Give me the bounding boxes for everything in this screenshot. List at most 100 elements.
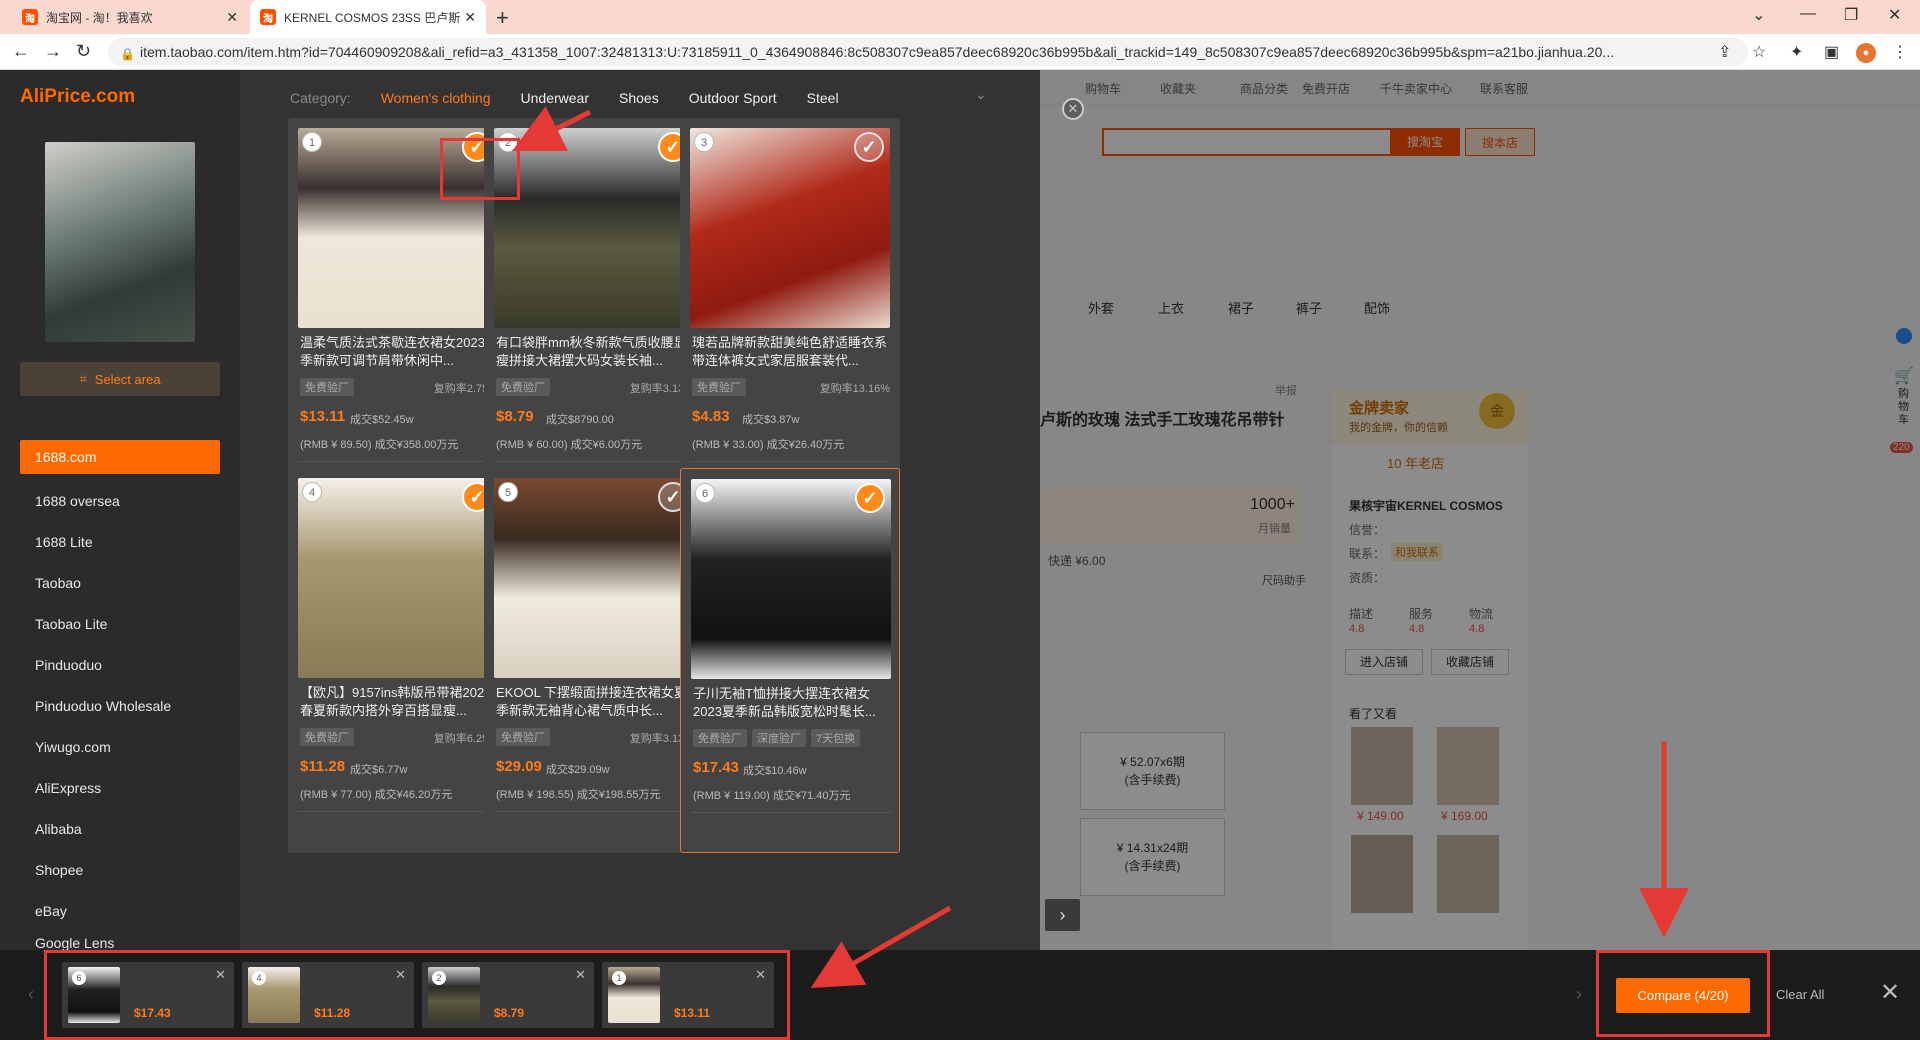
source-item-shopee[interactable]: Shopee [20, 850, 220, 891]
select-area-label: Select area [94, 371, 161, 387]
menu-kebab-icon[interactable]: ⋮ [1892, 42, 1908, 62]
product-price: $8.79 [496, 408, 534, 425]
product-tag: 深度验厂 [752, 729, 806, 747]
lock-icon[interactable]: 🔒 [120, 47, 135, 61]
aliprice-sidebar: AliPrice.com ⌗ Select area 1688.com 1688… [0, 70, 240, 951]
category-womens-clothing[interactable]: Women's clothing [381, 90, 491, 106]
product-sold: 成交$10.46w [743, 765, 807, 777]
taobao-favicon-icon: 淘 [260, 9, 276, 25]
product-rmb: (RMB ¥ 198.55) 成交¥198.55万元 [496, 789, 661, 801]
tab-title: 淘宝网 - 淘！我喜欢 [46, 10, 153, 25]
close-window-icon[interactable]: ✕ [1888, 5, 1901, 25]
product-tag: 免费验厂 [496, 728, 550, 746]
new-tab-icon[interactable]: + [496, 5, 509, 31]
product-index: 1 [302, 132, 322, 152]
product-title[interactable]: 瑰若品牌新款甜美纯色舒适睡衣系带连体裤女式家居服套装代... [692, 334, 892, 370]
next-page-icon[interactable]: › [1045, 899, 1080, 931]
reload-icon[interactable]: ↻ [76, 41, 91, 62]
unchecked-icon[interactable]: ✓ [854, 132, 884, 162]
product-index: 3 [694, 132, 714, 152]
bookmark-star-icon[interactable]: ☆ [1752, 42, 1766, 62]
divider [690, 461, 890, 462]
category-steel[interactable]: Steel [807, 90, 839, 106]
product-card[interactable]: 5 ✓ EKOOL 下摆缎面拼接连衣裙女夏季新款无袖背心裙气质中长... 免费验… [484, 468, 704, 853]
extensions-icon[interactable]: ✦ [1790, 42, 1803, 62]
select-area-button[interactable]: ⌗ Select area [20, 362, 220, 396]
clear-all-button[interactable]: Clear All [1776, 987, 1824, 1002]
annotation-box-checkmark [440, 138, 520, 200]
product-tag: 免费验厂 [693, 729, 747, 747]
chevron-down-icon[interactable]: ⌄ [975, 86, 987, 103]
product-title[interactable]: 有口袋胖mm秋冬新款气质收腰显瘦拼接大裙摆大码女装长袖... [496, 334, 696, 370]
browser-tab-bar: 淘 淘宝网 - 淘！我喜欢 ✕ 淘 KERNEL COSMOS 23SS 巴卢斯… [0, 0, 1920, 34]
product-price: $4.83 [692, 408, 730, 425]
product-title[interactable]: 【欧凡】9157ins韩版吊带裙2023春夏新款内搭外穿百搭显瘦... [300, 684, 500, 720]
sidepanel-icon[interactable]: ▣ [1824, 42, 1839, 62]
divider [494, 811, 694, 812]
category-underwear[interactable]: Underwear [521, 90, 589, 106]
close-tab-icon[interactable]: ✕ [226, 9, 238, 26]
search-source-image [45, 142, 195, 342]
product-card[interactable]: 6 ✓ 子川无袖T恤拼接大摆连衣裙女2023夏季新品韩版宽松时髦长... 免费验… [680, 468, 900, 853]
product-price: $13.11 [300, 408, 346, 425]
share-icon[interactable]: ⇪ [1718, 42, 1731, 62]
forward-icon[interactable]: → [44, 41, 62, 62]
product-price: $11.28 [300, 758, 346, 775]
tab-search-icon[interactable]: ⌄ [1752, 5, 1765, 25]
product-index: 6 [695, 483, 715, 503]
source-item-alibaba[interactable]: Alibaba [20, 809, 220, 850]
source-item-1688-oversea[interactable]: 1688 oversea [20, 481, 220, 522]
category-outdoor-sport[interactable]: Outdoor Sport [689, 90, 777, 106]
product-tags: 免费验厂 [300, 378, 354, 396]
source-item-ebay[interactable]: eBay [20, 891, 220, 932]
category-bar: Category: Women's clothing Underwear Sho… [290, 88, 839, 108]
product-price: $29.09 [496, 758, 542, 775]
dim-overlay [1040, 70, 1920, 950]
chevron-right-icon[interactable]: › [1576, 984, 1582, 1005]
product-index: 5 [498, 482, 518, 502]
source-item-1688[interactable]: 1688.com [20, 440, 220, 474]
divider [298, 461, 498, 462]
product-tag: 免费验厂 [692, 378, 746, 396]
annotation-box-compare-items [44, 950, 790, 1040]
url-field[interactable]: item.taobao.com/item.htm?id=704460909208… [108, 38, 1748, 66]
product-tag: 7天包换 [811, 729, 861, 747]
browser-tab-1[interactable]: 淘 淘宝网 - 淘！我喜欢 ✕ [12, 0, 248, 34]
checked-icon[interactable]: ✓ [855, 483, 885, 513]
product-title[interactable]: 温柔气质法式茶歇连衣裙女2023夏季新款可调节肩带休闲中... [300, 334, 500, 370]
source-item-yiwugo[interactable]: Yiwugo.com [20, 727, 220, 768]
product-card[interactable]: 4 ✓ 【欧凡】9157ins韩版吊带裙2023春夏新款内搭外穿百搭显瘦... … [288, 468, 508, 853]
browser-tab-2[interactable]: 淘 KERNEL COSMOS 23SS 巴卢斯 ✕ [250, 0, 486, 34]
chevron-left-icon[interactable]: ‹ [28, 984, 34, 1005]
source-item-taobao[interactable]: Taobao [20, 563, 220, 604]
product-index: 4 [302, 482, 322, 502]
product-sold: 成交$8790.00 [546, 414, 614, 426]
category-shoes[interactable]: Shoes [619, 90, 659, 106]
product-rmb: (RMB ¥ 89.50) 成交¥358.00万元 [300, 439, 459, 451]
maximize-icon[interactable]: ❐ [1844, 5, 1858, 25]
minimize-icon[interactable]: — [1800, 5, 1816, 23]
close-compare-icon[interactable]: ✕ [1880, 978, 1900, 1007]
product-sold: 成交$6.77w [350, 764, 408, 776]
source-item-aliexpress[interactable]: AliExpress [20, 768, 220, 809]
product-rmb: (RMB ¥ 77.00) 成交¥46.20万元 [300, 789, 453, 801]
product-card[interactable]: 3 ✓ 瑰若品牌新款甜美纯色舒适睡衣系带连体裤女式家居服套装代... 免费验厂 … [680, 118, 900, 503]
product-tags: 免费验厂 [496, 378, 550, 396]
category-label: Category: [290, 90, 351, 106]
product-price: $17.43 [693, 759, 739, 776]
product-title[interactable]: 子川无袖T恤拼接大摆连衣裙女2023夏季新品韩版宽松时髦长... [693, 685, 893, 721]
source-item-pinduoduo-wholesale[interactable]: Pinduoduo Wholesale [20, 686, 220, 727]
close-tab-icon[interactable]: ✕ [464, 9, 476, 26]
results-panel: Category: Women's clothing Underwear Sho… [240, 70, 1040, 950]
profile-avatar-icon[interactable]: ● [1856, 43, 1876, 63]
source-item-1688-lite[interactable]: 1688 Lite [20, 522, 220, 563]
close-overlay-icon[interactable]: ✕ [1062, 98, 1084, 120]
source-item-taobao-lite[interactable]: Taobao Lite [20, 604, 220, 645]
product-tag: 免费验厂 [300, 728, 354, 746]
product-rmb: (RMB ¥ 119.00) 成交¥71.40万元 [693, 790, 851, 802]
product-title[interactable]: EKOOL 下摆缎面拼接连衣裙女夏季新款无袖背心裙气质中长... [496, 684, 696, 720]
back-icon[interactable]: ← [12, 41, 30, 62]
annotation-box-compare-button [1596, 950, 1770, 1037]
product-tags: 免费验厂 [300, 728, 354, 746]
source-item-pinduoduo[interactable]: Pinduoduo [20, 645, 220, 686]
